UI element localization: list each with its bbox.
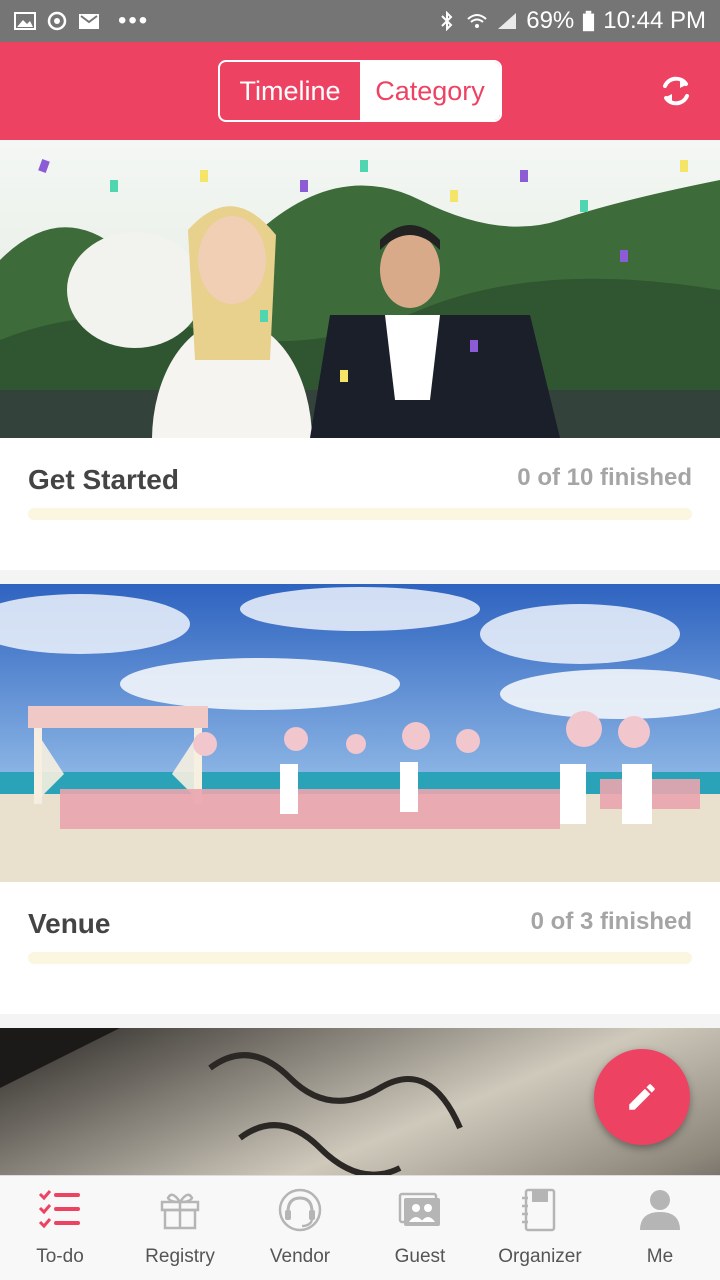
- wifi-icon: [467, 14, 487, 28]
- tab-category[interactable]: Category: [360, 62, 500, 120]
- clock: 10:44 PM: [603, 7, 706, 34]
- edit-fab-button[interactable]: [594, 1049, 690, 1145]
- headset-icon: [278, 1188, 322, 1232]
- sync-circle-icon: [47, 11, 67, 31]
- category-card-get-started[interactable]: Get Started 0 of 10 finished: [0, 140, 720, 570]
- bluetooth-icon: [441, 11, 453, 31]
- category-card-venue[interactable]: Venue 0 of 3 finished: [0, 584, 720, 1014]
- tab-label: Me: [646, 1246, 674, 1267]
- category-info: Get Started 0 of 10 finished: [0, 438, 720, 570]
- category-title: Venue: [28, 908, 111, 939]
- tab-label: To-do: [36, 1246, 84, 1267]
- category-progress-bar: [28, 508, 692, 520]
- view-toggle: Timeline Category: [218, 60, 502, 122]
- wedding-couple-image: [0, 140, 720, 438]
- tab-todo[interactable]: To-do: [0, 1176, 120, 1280]
- category-progress-text: 0 of 3 finished: [530, 908, 692, 935]
- tab-label: Organizer: [498, 1246, 582, 1267]
- signal-icon: [498, 13, 517, 29]
- category-title: Get Started: [28, 464, 179, 495]
- tab-organizer[interactable]: Organizer: [480, 1176, 600, 1280]
- battery-percent: 69%: [526, 7, 575, 34]
- gift-icon: [160, 1193, 200, 1230]
- category-list[interactable]: Get Started 0 of 10 finished Venue 0 of …: [0, 140, 720, 1175]
- tab-label: Vendor: [269, 1246, 331, 1267]
- tab-me[interactable]: Me: [600, 1176, 720, 1280]
- image-icon: [14, 12, 36, 30]
- refresh-icon[interactable]: [658, 72, 694, 110]
- category-info: Venue 0 of 3 finished: [0, 882, 720, 1014]
- notebook-icon: [522, 1188, 556, 1232]
- app-header: Timeline Category: [0, 42, 720, 140]
- person-icon: [640, 1190, 680, 1230]
- todo-list-icon: [38, 1190, 80, 1229]
- beach-venue-image: [0, 584, 720, 882]
- category-progress-text: 0 of 10 finished: [517, 464, 692, 491]
- tab-label: Guest: [394, 1246, 446, 1267]
- category-progress-bar: [28, 952, 692, 964]
- tab-registry[interactable]: Registry: [120, 1176, 240, 1280]
- tab-timeline[interactable]: Timeline: [220, 62, 360, 120]
- status-bar: ••• 69% 10:44 PM: [0, 0, 720, 42]
- bottom-navigation: To-do Registry Vendor Guest Organizer Me: [0, 1175, 720, 1280]
- tab-label: Registry: [145, 1246, 215, 1267]
- tab-guest[interactable]: Guest: [360, 1176, 480, 1280]
- gmail-icon: [79, 14, 99, 29]
- pencil-icon: [629, 1084, 655, 1110]
- battery-icon: [583, 10, 595, 32]
- tab-vendor[interactable]: Vendor: [240, 1176, 360, 1280]
- guests-icon: [398, 1192, 440, 1226]
- more-notifications: •••: [118, 7, 150, 34]
